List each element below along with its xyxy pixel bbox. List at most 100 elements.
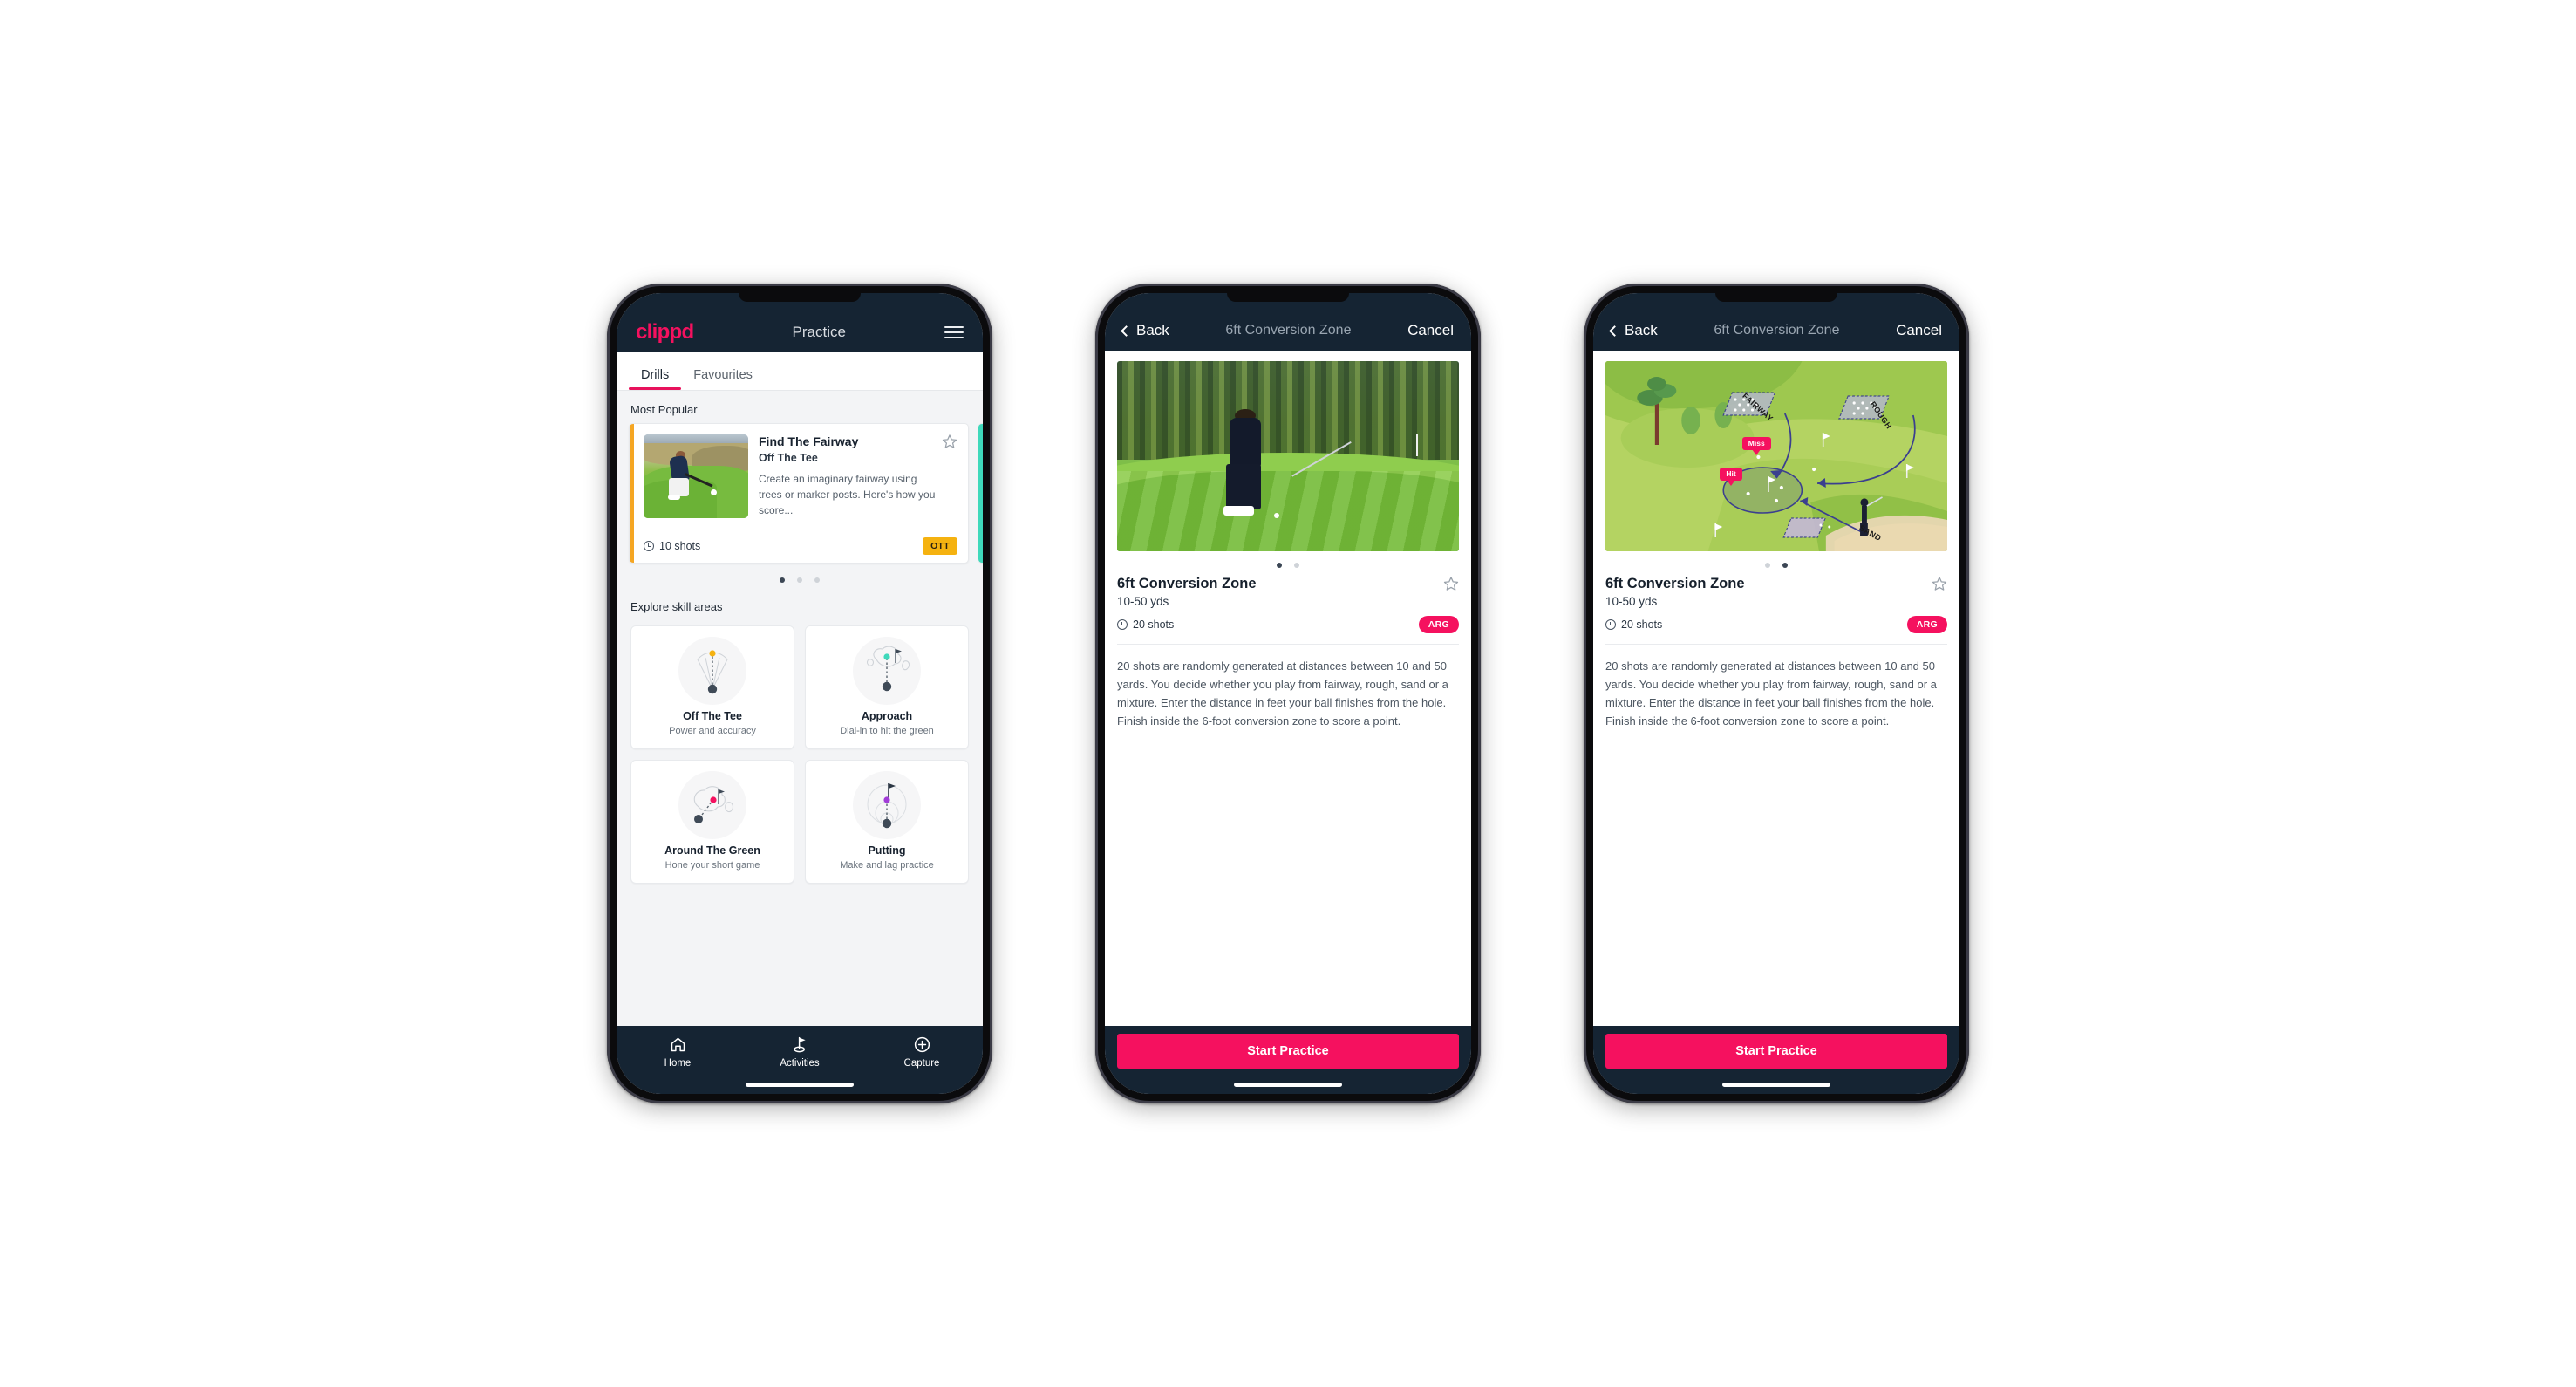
drill-thumbnail-image	[644, 434, 748, 518]
start-practice-button[interactable]: Start Practice	[1117, 1034, 1459, 1069]
phone2-notch	[1227, 293, 1349, 302]
home-indicator	[1722, 1083, 1830, 1087]
skill-areas-grid: Off The Tee Power and accuracy Approach …	[617, 620, 983, 884]
skill-desc: Power and accuracy	[669, 725, 756, 736]
tab-favourites[interactable]: Favourites	[681, 368, 765, 390]
cancel-button[interactable]: Cancel	[1896, 322, 1942, 339]
star-outline-icon[interactable]	[1932, 576, 1947, 591]
drill-detail-shots-label: 20 shots	[1133, 618, 1175, 631]
drill-category-badge: OTT	[923, 537, 957, 555]
star-outline-icon[interactable]	[1443, 576, 1459, 591]
phone-device-2: Back 6ft Conversion Zone Cancel 6ft Conv…	[1095, 284, 1481, 1103]
skill-card-off-the-tee[interactable]: Off The Tee Power and accuracy	[630, 625, 794, 749]
skill-name: Around The Green	[664, 844, 760, 857]
drill-shots-label: 10 shots	[659, 540, 701, 552]
skill-card-approach[interactable]: Approach Dial-in to hit the green	[805, 625, 969, 749]
golf-green-zones-illustration: FAIRWAY ROUGH SAND Miss Hit	[1605, 361, 1947, 551]
miss-pill-label: Miss	[1741, 437, 1771, 450]
section-explore-label: Explore skill areas	[630, 599, 723, 613]
phone1-content: Most Popular Find The Fairway Off The Te…	[617, 391, 983, 1026]
clippd-logo: clippd	[636, 320, 694, 344]
page-title: Practice	[792, 324, 846, 340]
drill-title: Find The Fairway	[759, 434, 859, 448]
drill-subtitle: Off The Tee	[759, 451, 818, 464]
tee-shot-dispersion-icon	[678, 636, 746, 705]
skill-desc: Dial-in to hit the green	[840, 725, 934, 736]
start-practice-button[interactable]: Start Practice	[1605, 1034, 1947, 1069]
hit-pill-label: Hit	[1720, 468, 1742, 481]
phone2-cta-area: Start Practice	[1105, 1026, 1471, 1094]
tab-drills[interactable]: Drills	[629, 368, 682, 390]
skill-name: Approach	[861, 709, 913, 722]
skill-name: Off The Tee	[683, 709, 742, 722]
drill-carousel[interactable]: Find The Fairway Off The Tee Create an i…	[617, 423, 983, 564]
drill-card-top: Find The Fairway Off The Tee Create an i…	[630, 424, 968, 530]
phone-device-1: clippd Practice Drills Favourites Most P…	[607, 284, 992, 1103]
back-label: Back	[1625, 322, 1658, 338]
drill-card[interactable]: Find The Fairway Off The Tee Create an i…	[629, 423, 969, 564]
chip-around-green-icon	[678, 770, 746, 839]
phone1-topbar: clippd Practice	[617, 293, 983, 352]
clock-icon	[1605, 619, 1616, 630]
chevron-left-icon	[1609, 325, 1620, 337]
drill-detail-title: 6ft Conversion Zone	[1117, 576, 1257, 591]
back-button[interactable]: Back	[1609, 322, 1658, 339]
phone2-content: 6ft Conversion Zone 10-50 yds 20 shots A…	[1105, 351, 1471, 1026]
skill-desc: Make and lag practice	[840, 859, 934, 871]
drill-category-badge: ARG	[1418, 616, 1459, 633]
drill-detail-description: 20 shots are randomly generated at dista…	[1117, 659, 1448, 728]
hamburger-menu-icon[interactable]	[944, 325, 964, 339]
back-button[interactable]: Back	[1121, 322, 1169, 339]
drill-description: Create an imaginary fairway using trees …	[759, 472, 936, 517]
approach-green-icon	[853, 636, 921, 705]
drill-detail-shots: 20 shots	[1117, 618, 1174, 631]
putting-rings-icon	[853, 770, 921, 839]
tab-capture-label: Capture	[903, 1058, 940, 1069]
bottom-tab-bar: Home Activities Capture	[617, 1026, 983, 1094]
drill-detail-header: 6ft Conversion Zone 10-50 yds 20 shots A…	[1593, 568, 1959, 633]
drill-card-info: Find The Fairway Off The Tee Create an i…	[759, 434, 957, 519]
drill-card-footer: 10 shots OTT	[630, 529, 968, 563]
drill-card-next-peek[interactable]	[978, 423, 983, 564]
carousel-dots[interactable]	[617, 564, 983, 583]
clock-icon	[644, 541, 654, 551]
drill-category-badge: ARG	[1906, 616, 1947, 633]
drill-shots: 10 shots	[644, 540, 700, 552]
phone3-screen: Back 6ft Conversion Zone Cancel FAIRWAY …	[1593, 293, 1959, 1094]
tab-home[interactable]: Home	[617, 1034, 739, 1069]
screenshot-stage: clippd Practice Drills Favourites Most P…	[0, 0, 2576, 1387]
navbar-title: 6ft Conversion Zone	[1714, 323, 1840, 338]
home-indicator	[1234, 1083, 1342, 1087]
home-icon	[617, 1034, 739, 1055]
drill-detail-subtitle: 10-50 yds	[1605, 595, 1658, 608]
hero-carousel-dots[interactable]	[1105, 551, 1471, 568]
home-indicator	[746, 1083, 854, 1087]
tab-activities[interactable]: Activities	[739, 1034, 861, 1069]
skill-card-putting[interactable]: Putting Make and lag practice	[805, 759, 969, 884]
back-label: Back	[1136, 322, 1169, 338]
cancel-button[interactable]: Cancel	[1407, 322, 1454, 339]
chevron-left-icon	[1121, 325, 1132, 337]
tab-capture[interactable]: Capture	[861, 1034, 983, 1069]
phone1-notch	[739, 293, 861, 302]
drill-detail-shots: 20 shots	[1605, 618, 1662, 631]
phone3-content: FAIRWAY ROUGH SAND Miss Hit 6ft Conversi…	[1593, 351, 1959, 1026]
golfer-chipping-photo	[1117, 361, 1459, 551]
drill-detail-header: 6ft Conversion Zone 10-50 yds 20 shots A…	[1105, 568, 1471, 633]
star-outline-icon[interactable]	[942, 434, 957, 449]
section-most-popular-label: Most Popular	[630, 403, 698, 416]
phone2-screen: Back 6ft Conversion Zone Cancel 6ft Conv…	[1105, 293, 1471, 1094]
drill-hero-illustration[interactable]: FAIRWAY ROUGH SAND Miss Hit	[1605, 361, 1947, 551]
drill-detail-subtitle: 10-50 yds	[1117, 595, 1169, 608]
tab-activities-label: Activities	[780, 1058, 820, 1069]
drill-hero-photo[interactable]	[1117, 361, 1459, 551]
drill-card-accent-bar	[630, 424, 634, 563]
navbar-title: 6ft Conversion Zone	[1225, 323, 1352, 338]
skill-card-around-the-green[interactable]: Around The Green Hone your short game	[630, 759, 794, 884]
phone-device-3: Back 6ft Conversion Zone Cancel FAIRWAY …	[1584, 284, 1969, 1103]
skill-name: Putting	[868, 844, 906, 857]
phone1-screen: clippd Practice Drills Favourites Most P…	[617, 293, 983, 1094]
drill-detail-title: 6ft Conversion Zone	[1605, 576, 1745, 591]
golf-flag-icon	[739, 1034, 861, 1055]
hero-carousel-dots[interactable]	[1593, 551, 1959, 568]
